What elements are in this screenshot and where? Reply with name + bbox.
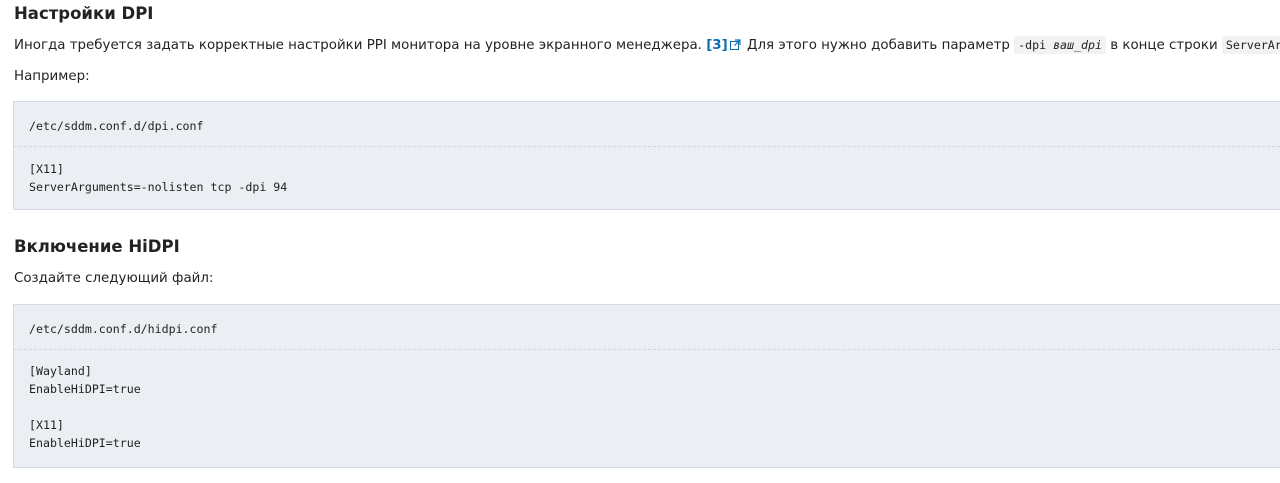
- code-block-divider: [14, 349, 1280, 350]
- dpi-param-code: -dpi ваш_dpi: [1014, 36, 1106, 54]
- dpi-paragraph-text-c: в конце строки: [1110, 38, 1218, 53]
- dpi-paragraph-text-a: Иногда требуется задать корректные настр…: [14, 38, 702, 53]
- section-heading-hidpi: Включение HiDPI: [14, 237, 180, 256]
- hidpi-intro: Создайте следующий файл:: [14, 271, 214, 286]
- dpi-paragraph-text-b: Для этого нужно добавить параметр: [747, 38, 1010, 53]
- code-block-filename: /etc/sddm.conf.d/hidpi.conf: [29, 322, 218, 336]
- code-block-content: [X11] ServerArguments=-nolisten tcp -dpi…: [29, 162, 288, 194]
- dpi-param-var: ваш_dpi: [1053, 38, 1102, 52]
- code-block-filename: /etc/sddm.conf.d/dpi.conf: [29, 119, 204, 133]
- external-link-icon[interactable]: [729, 39, 741, 50]
- code-block-dpi-conf: /etc/sddm.conf.d/dpi.conf [X11] ServerAr…: [13, 101, 1280, 210]
- dpi-param-prefix: -dpi: [1018, 38, 1047, 52]
- wiki-page: Настройки DPI Иногда требуется задать ко…: [0, 0, 1280, 483]
- code-block-content: [Wayland] EnableHiDPI=true [X11] EnableH…: [29, 364, 141, 450]
- dpi-paragraph: Иногда требуется задать корректные настр…: [14, 36, 1280, 55]
- server-arguments-code: ServerArguments: [1221, 36, 1280, 54]
- footnote-ref-link[interactable]: [3]: [706, 38, 728, 53]
- code-block-hidpi-conf: /etc/sddm.conf.d/hidpi.conf [Wayland] En…: [13, 304, 1280, 468]
- code-block-divider: [14, 146, 1280, 147]
- example-label: Например:: [14, 69, 90, 84]
- section-heading-dpi: Настройки DPI: [14, 4, 154, 23]
